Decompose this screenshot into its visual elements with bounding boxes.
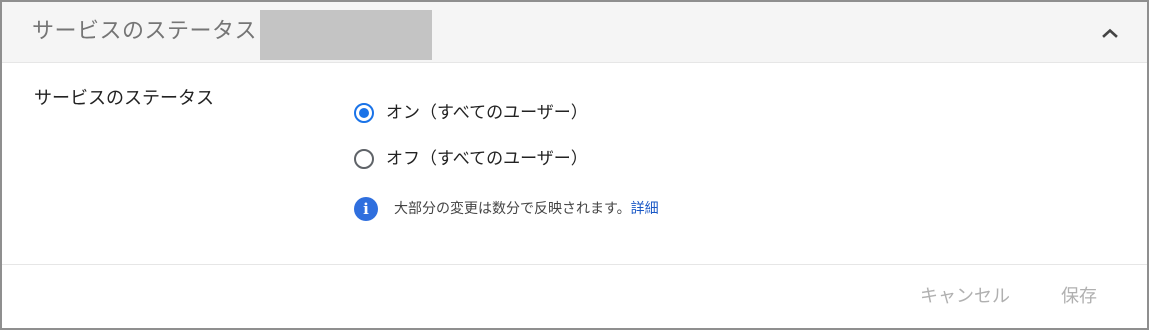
radio-button-on[interactable] [354,103,374,123]
radio-label-on: オン（すべてのユーザー） [386,103,588,123]
info-icon: i [354,197,378,221]
chevron-up-icon [1102,28,1118,38]
panel-title: サービスのステータス [32,19,258,44]
collapse-button[interactable] [1097,20,1123,46]
radio-button-off[interactable] [354,149,374,169]
details-link[interactable]: 詳細 [631,199,659,219]
service-status-panel: サービスのステータス サービスのステータス オン（すべてのユーザー） オフ（すべ… [0,0,1149,330]
save-button[interactable]: 保存 [1061,284,1097,310]
panel-header[interactable]: サービスのステータス [2,2,1147,63]
info-message: i 大部分の変更は数分で反映されます。 詳細 [354,197,659,221]
radio-label-off: オフ（すべてのユーザー） [386,149,588,169]
setting-label: サービスのステータス [34,88,214,109]
footer-divider [2,264,1147,265]
redacted-area [260,10,432,60]
radio-option-off[interactable]: オフ（すべてのユーザー） [354,147,588,171]
radio-option-on[interactable]: オン（すべてのユーザー） [354,101,588,125]
cancel-button[interactable]: キャンセル [920,284,1010,310]
info-text: 大部分の変更は数分で反映されます。 [394,201,631,217]
